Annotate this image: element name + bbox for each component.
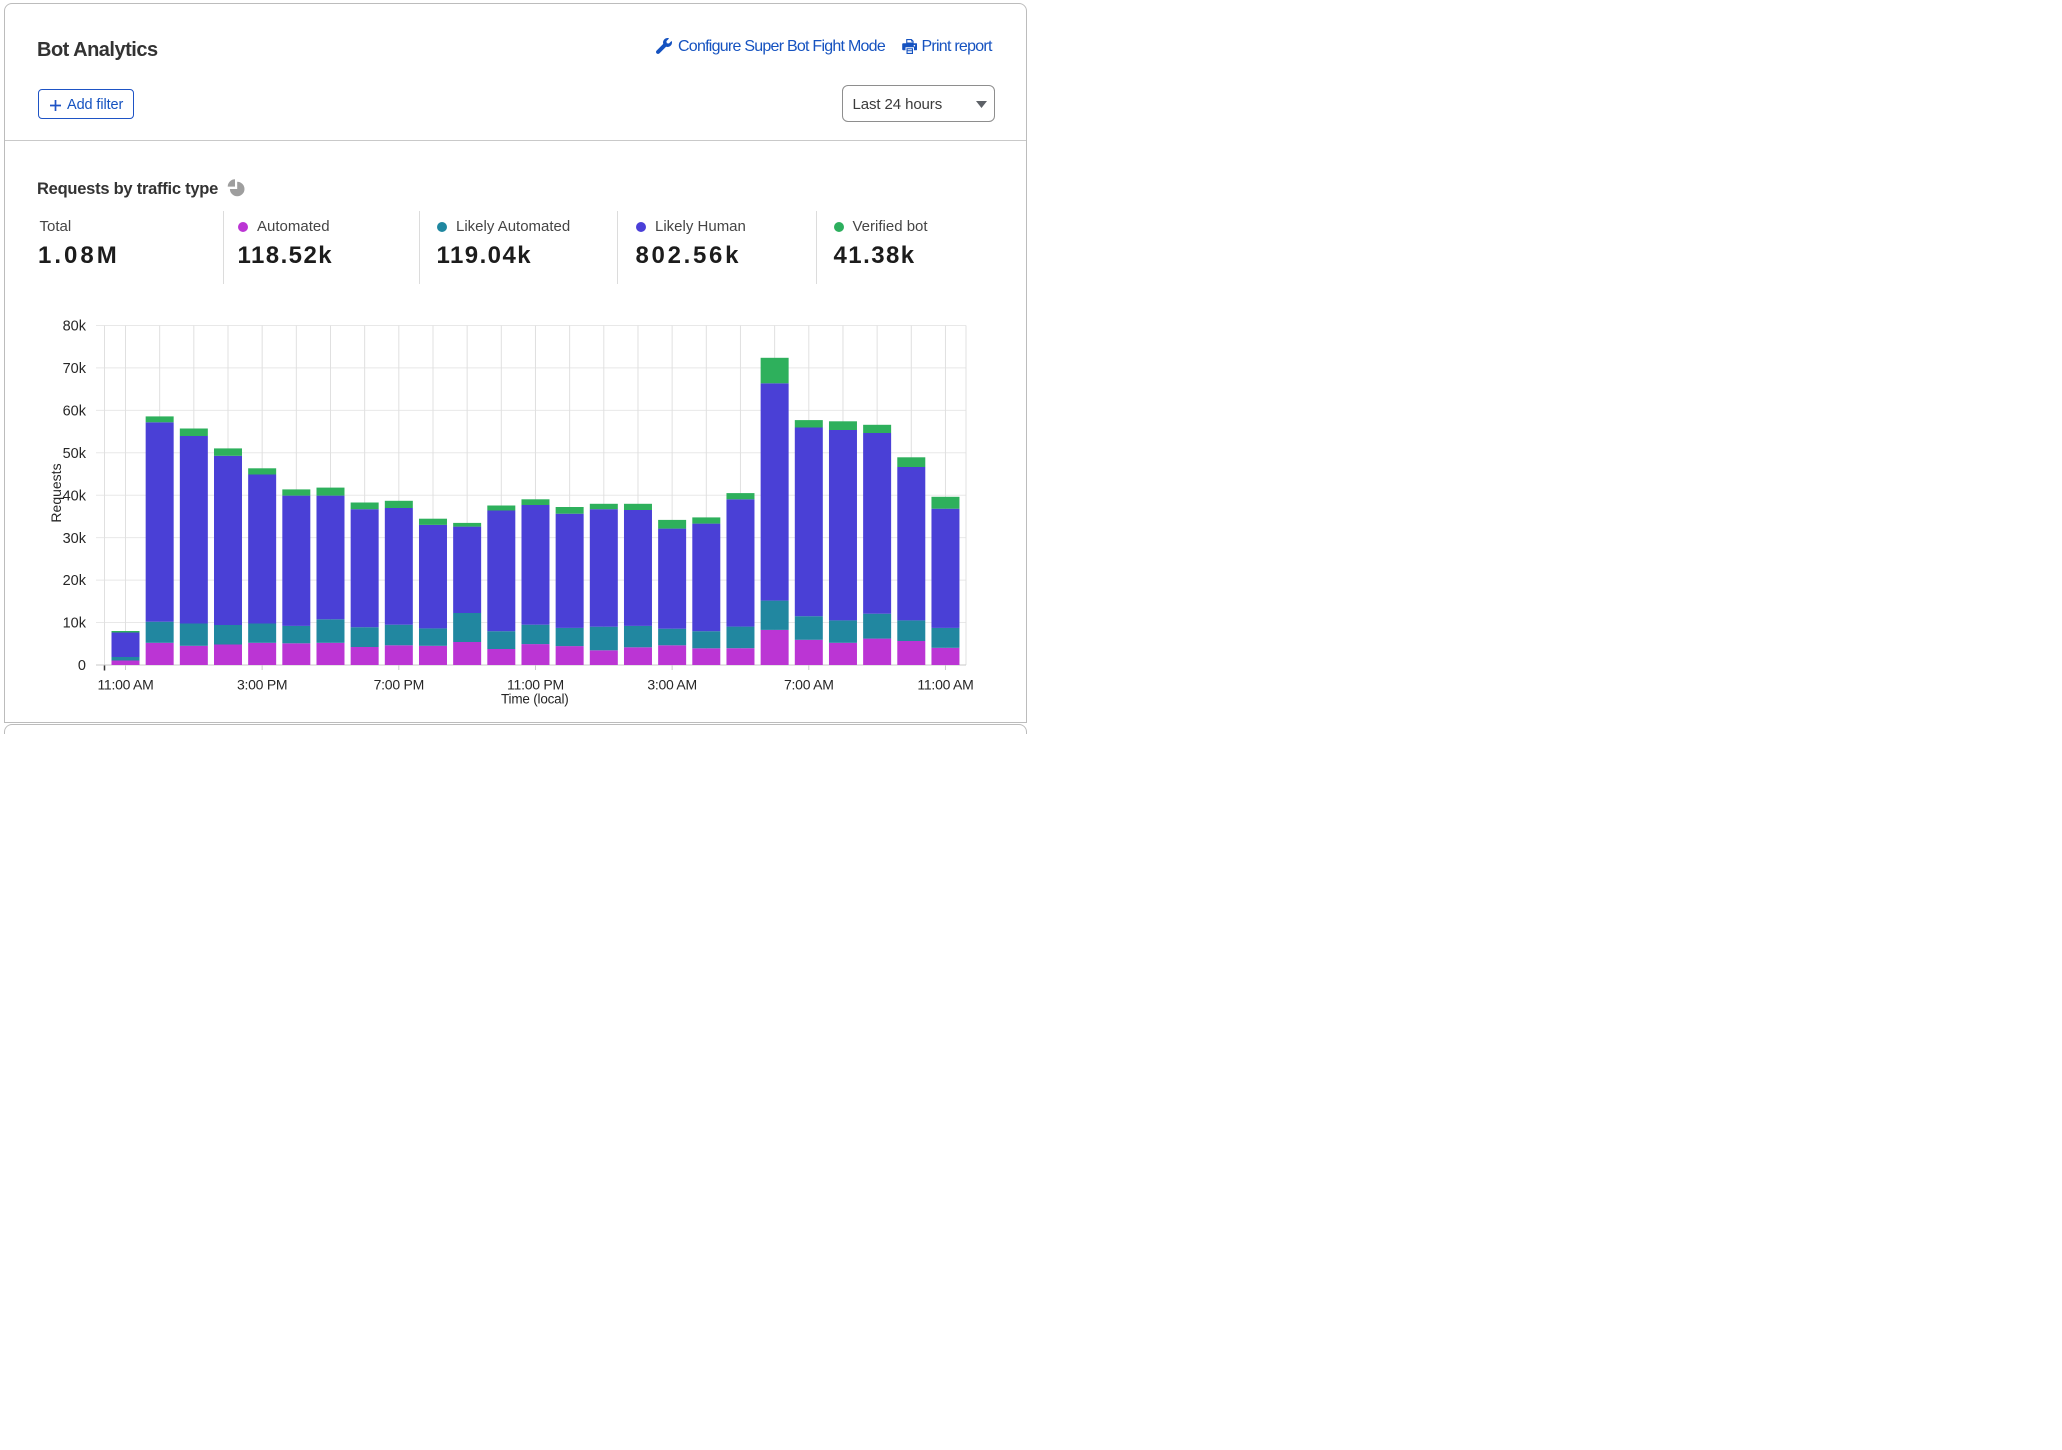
svg-text:80k: 80k xyxy=(63,319,87,335)
svg-text:50k: 50k xyxy=(63,446,87,462)
svg-text:70k: 70k xyxy=(63,361,87,377)
svg-text:7:00 PM: 7:00 PM xyxy=(374,677,424,693)
svg-text:7:00 AM: 7:00 AM xyxy=(784,677,834,693)
svg-text:Requests: Requests xyxy=(48,463,64,522)
svg-text:20k: 20k xyxy=(63,573,87,589)
svg-text:Time (local): Time (local) xyxy=(501,692,569,707)
svg-text:11:00 AM: 11:00 AM xyxy=(97,677,153,693)
svg-text:60k: 60k xyxy=(63,403,87,419)
svg-text:11:00 PM: 11:00 PM xyxy=(507,677,564,693)
svg-text:11:00 AM: 11:00 AM xyxy=(917,677,973,693)
svg-text:3:00 AM: 3:00 AM xyxy=(647,677,697,693)
svg-text:10k: 10k xyxy=(63,616,87,632)
svg-text:0: 0 xyxy=(78,658,86,674)
svg-text:3:00 PM: 3:00 PM xyxy=(237,677,287,693)
svg-text:30k: 30k xyxy=(63,531,87,547)
svg-text:40k: 40k xyxy=(63,488,87,504)
